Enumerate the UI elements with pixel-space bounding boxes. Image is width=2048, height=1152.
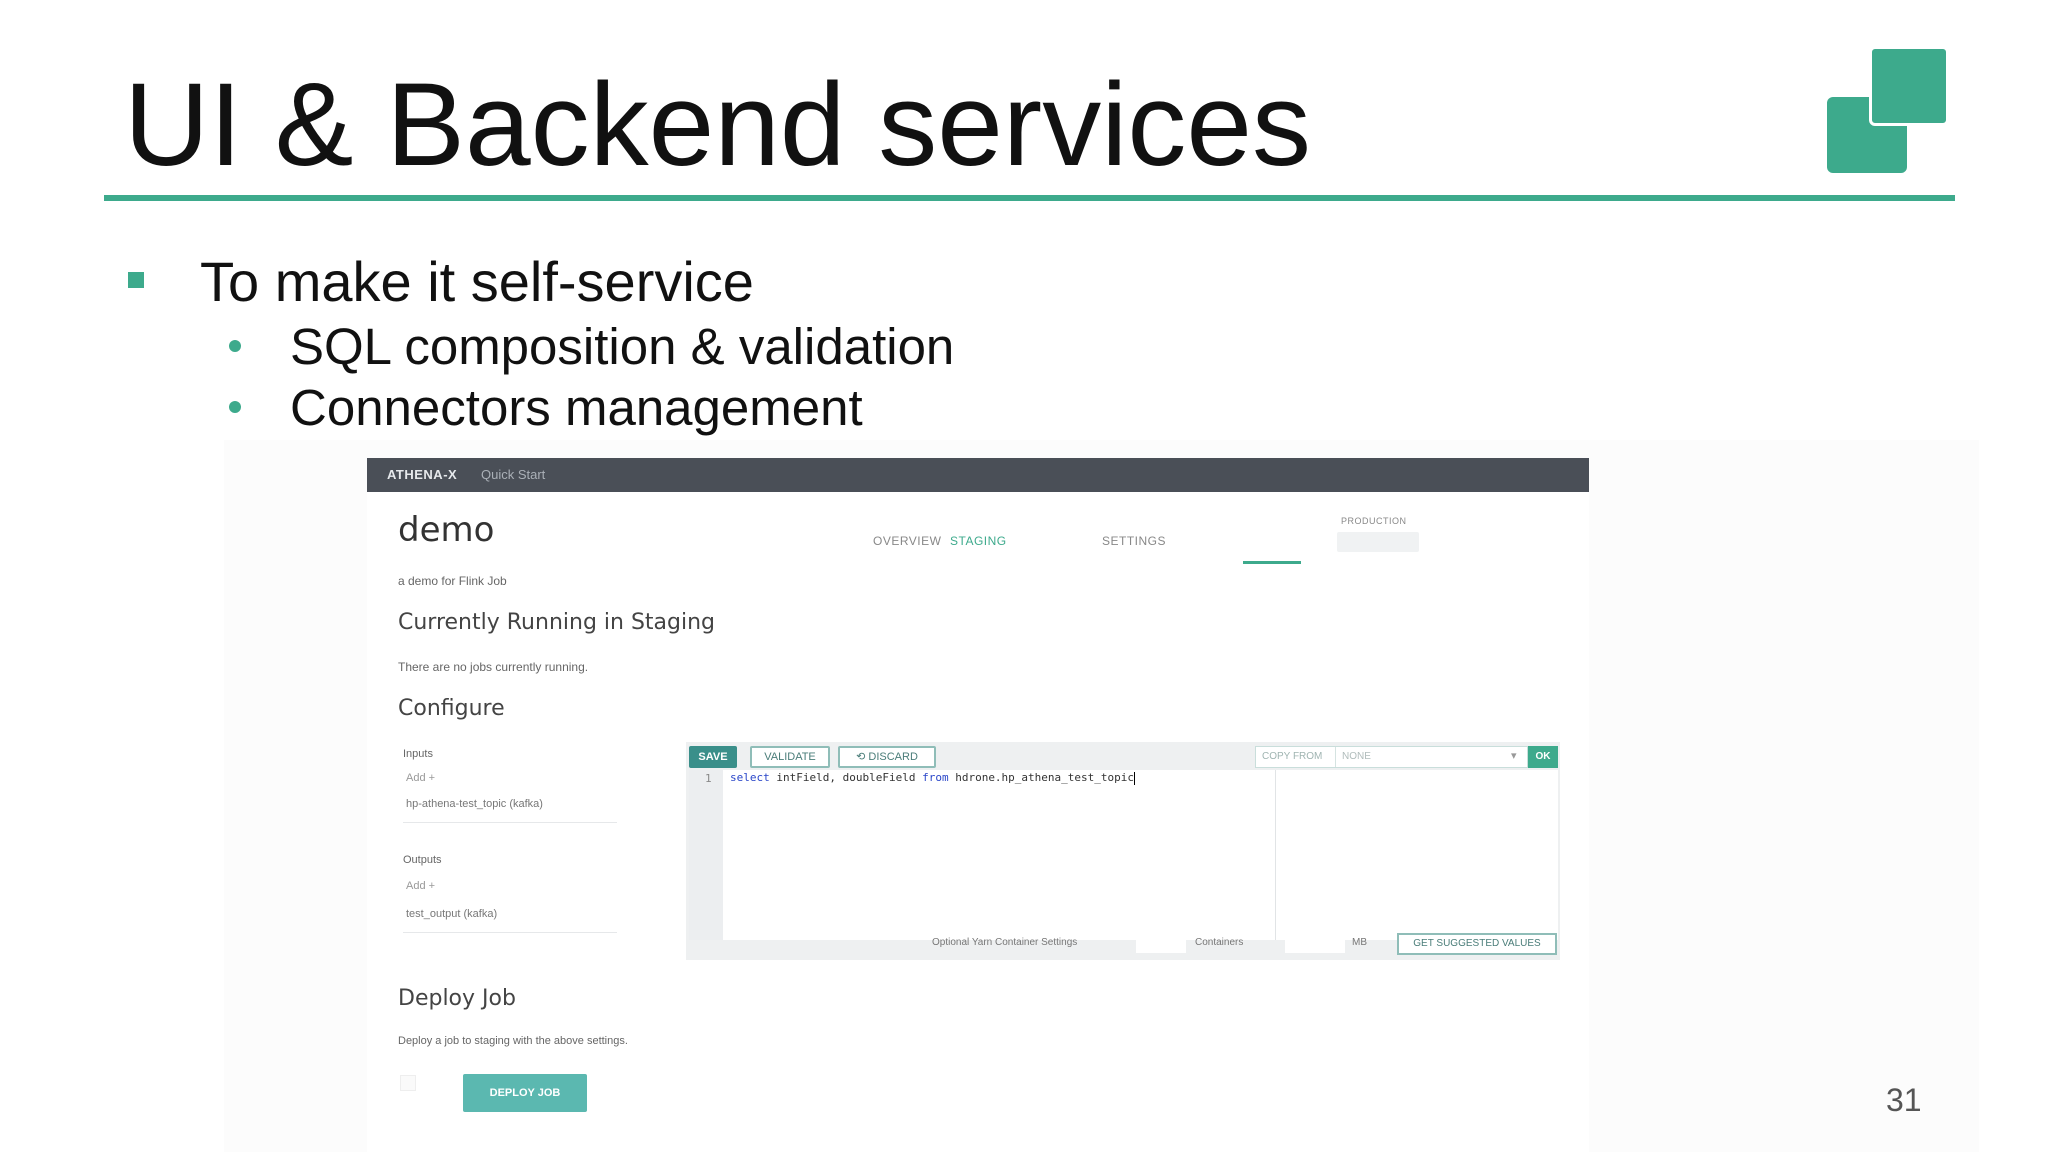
yarn-setting-input[interactable] (1136, 933, 1186, 953)
job-title: demo (398, 510, 495, 550)
divider (1335, 747, 1336, 767)
yarn-settings-label: Optional Yarn Container Settings (932, 937, 1078, 948)
input-item[interactable]: hp-athena-test_topic (kafka) (406, 798, 543, 810)
app-brand[interactable]: ATHENA-X (387, 467, 457, 482)
bullet-level2: Connectors management (290, 379, 863, 436)
code-line[interactable]: select intField, doubleField from hdrone… (730, 771, 1136, 785)
dot-bullet-icon (229, 401, 241, 413)
inputs-add-link[interactable]: Add + (406, 772, 435, 784)
running-message: There are no jobs currently running. (398, 660, 589, 674)
deploy-checkbox[interactable] (400, 1075, 416, 1091)
app-navbar: ATHENA-X Quick Start (367, 458, 1589, 492)
text-cursor (1134, 771, 1136, 785)
copy-from-select[interactable]: COPY FROM NONE ▾ (1255, 746, 1528, 768)
code-editor[interactable] (723, 770, 1558, 940)
running-heading: Currently Running in Staging (398, 610, 716, 635)
bullet-level2: SQL composition & validation (290, 318, 955, 375)
tab-active-indicator (1243, 561, 1301, 564)
tab-staging[interactable]: STAGING (950, 534, 1007, 548)
code-table: hdrone.hp_athena_test_topic (948, 771, 1135, 784)
containers-label: Containers (1195, 937, 1244, 948)
code-keyword-from: from (922, 771, 949, 784)
tab-production-label: PRODUCTION (1341, 516, 1407, 526)
copy-from-label: COPY FROM (1262, 751, 1323, 762)
outputs-label: Outputs (403, 854, 442, 866)
output-item[interactable]: test_output (kafka) (406, 908, 497, 920)
editor-gutter (689, 770, 723, 940)
inputs-label: Inputs (403, 748, 433, 760)
configure-heading: Configure (398, 696, 505, 721)
logo-square-front (1869, 46, 1949, 126)
job-description: a demo for Flink Job (398, 574, 507, 588)
page-number: 31 (1886, 1082, 1922, 1118)
discard-button[interactable]: ⟲ DISCARD (838, 746, 936, 768)
mb-label: MB (1352, 937, 1367, 948)
chevron-down-icon: ▾ (1511, 750, 1517, 762)
editor-divider (1275, 770, 1276, 940)
deploy-message: Deploy a job to staging with the above s… (398, 1035, 628, 1047)
bullet-level1: To make it self-service (200, 250, 754, 313)
copy-from-value: NONE (1342, 751, 1371, 762)
tab-production[interactable] (1337, 532, 1419, 552)
code-fields: intField, doubleField (769, 771, 923, 784)
outputs-add-link[interactable]: Add + (406, 880, 435, 892)
validate-button[interactable]: VALIDATE (750, 746, 830, 768)
get-suggested-values-button[interactable]: GET SUGGESTED VALUES (1397, 933, 1557, 955)
nav-link-quick-start[interactable]: Quick Start (481, 467, 545, 482)
deploy-job-button[interactable]: DEPLOY JOB (463, 1074, 587, 1112)
title-rule (104, 195, 1955, 201)
divider (403, 822, 617, 823)
deploy-heading: Deploy Job (398, 986, 516, 1011)
save-button[interactable]: SAVE (689, 746, 737, 768)
slide-title: UI & Backend services (124, 59, 1312, 191)
tab-settings[interactable]: SETTINGS (1102, 534, 1166, 548)
containers-input[interactable] (1285, 933, 1345, 953)
divider (403, 932, 617, 933)
ok-button[interactable]: OK (1528, 746, 1558, 768)
tab-overview[interactable]: OVERVIEW (873, 534, 941, 548)
code-keyword: select (730, 771, 770, 784)
square-bullet-icon (128, 272, 144, 288)
dot-bullet-icon (229, 340, 241, 352)
line-number: 1 (705, 772, 712, 785)
